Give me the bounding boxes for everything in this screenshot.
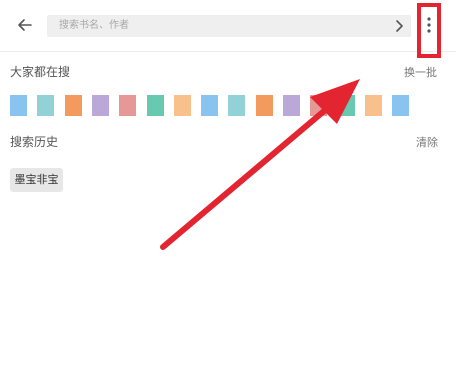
annotation-arrow bbox=[160, 79, 360, 250]
hot-search-item[interactable] bbox=[228, 95, 246, 116]
clear-history-button[interactable]: 清除 bbox=[416, 136, 438, 150]
history-title: 搜索历史 bbox=[10, 135, 59, 149]
hot-search-item[interactable] bbox=[64, 95, 82, 116]
hot-search-item[interactable] bbox=[255, 95, 273, 116]
hot-search-item[interactable] bbox=[37, 95, 55, 116]
hot-search-item[interactable] bbox=[392, 95, 410, 116]
hot-search-title: 大家都在搜 bbox=[10, 65, 71, 79]
hot-search-item[interactable] bbox=[283, 95, 300, 116]
hot-search-item[interactable] bbox=[146, 95, 164, 116]
search-input[interactable]: 搜索书名、作者 bbox=[47, 15, 411, 37]
history-item[interactable]: 墨宝非宝 bbox=[10, 168, 63, 192]
hot-search-item[interactable] bbox=[119, 95, 137, 116]
refresh-button[interactable]: 换一批 bbox=[404, 66, 437, 80]
highlight-box bbox=[417, 3, 441, 58]
top-bar: 搜索书名、作者 bbox=[0, 0, 456, 52]
hot-search-item[interactable] bbox=[310, 95, 328, 116]
search-placeholder: 搜索书名、作者 bbox=[59, 20, 129, 31]
chevron-right-icon[interactable] bbox=[392, 18, 406, 34]
hot-search-item[interactable] bbox=[173, 95, 191, 116]
arrow-left-icon[interactable] bbox=[14, 14, 36, 36]
hot-search-item[interactable] bbox=[201, 95, 219, 116]
hot-search-item[interactable] bbox=[364, 95, 382, 116]
hot-search-item[interactable] bbox=[91, 95, 109, 116]
hot-search-item[interactable] bbox=[10, 95, 27, 116]
hot-search-item[interactable] bbox=[337, 95, 355, 116]
